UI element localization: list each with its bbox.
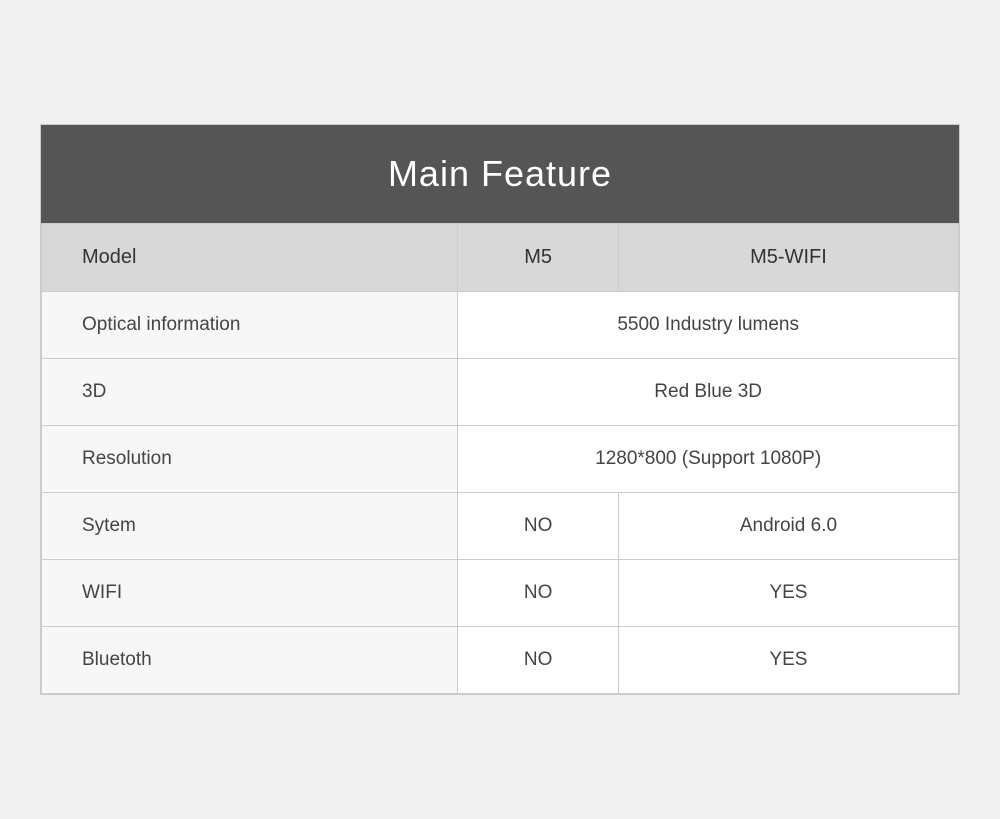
col-model: Model — [42, 224, 458, 292]
feature-table: Model M5 M5-WIFI Optical information5500… — [41, 223, 959, 694]
table-header-row: Model M5 M5-WIFI — [42, 224, 959, 292]
table-header: Main Feature — [41, 125, 959, 223]
table-row: BluetothNOYES — [42, 627, 959, 694]
feature-m5wifi: Android 6.0 — [618, 493, 958, 560]
table-row: SytemNOAndroid 6.0 — [42, 493, 959, 560]
feature-value: 1280*800 (Support 1080P) — [458, 426, 959, 493]
feature-label: Resolution — [42, 426, 458, 493]
main-container: Main Feature Model M5 M5-WIFI Optical in… — [40, 124, 960, 695]
feature-label: Bluetoth — [42, 627, 458, 694]
feature-m5: NO — [458, 560, 619, 627]
feature-value: 5500 Industry lumens — [458, 292, 959, 359]
feature-value: Red Blue 3D — [458, 359, 959, 426]
table-row: Resolution1280*800 (Support 1080P) — [42, 426, 959, 493]
feature-label: 3D — [42, 359, 458, 426]
feature-m5: NO — [458, 493, 619, 560]
table-row: Optical information5500 Industry lumens — [42, 292, 959, 359]
feature-label: Optical information — [42, 292, 458, 359]
table-body: Optical information5500 Industry lumens3… — [42, 292, 959, 694]
col-m5: M5 — [458, 224, 619, 292]
feature-m5: NO — [458, 627, 619, 694]
col-m5wifi: M5-WIFI — [618, 224, 958, 292]
feature-label: WIFI — [42, 560, 458, 627]
feature-m5wifi: YES — [618, 627, 958, 694]
table-row: 3DRed Blue 3D — [42, 359, 959, 426]
feature-label: Sytem — [42, 493, 458, 560]
feature-m5wifi: YES — [618, 560, 958, 627]
page-title: Main Feature — [61, 153, 939, 195]
table-row: WIFINOYES — [42, 560, 959, 627]
